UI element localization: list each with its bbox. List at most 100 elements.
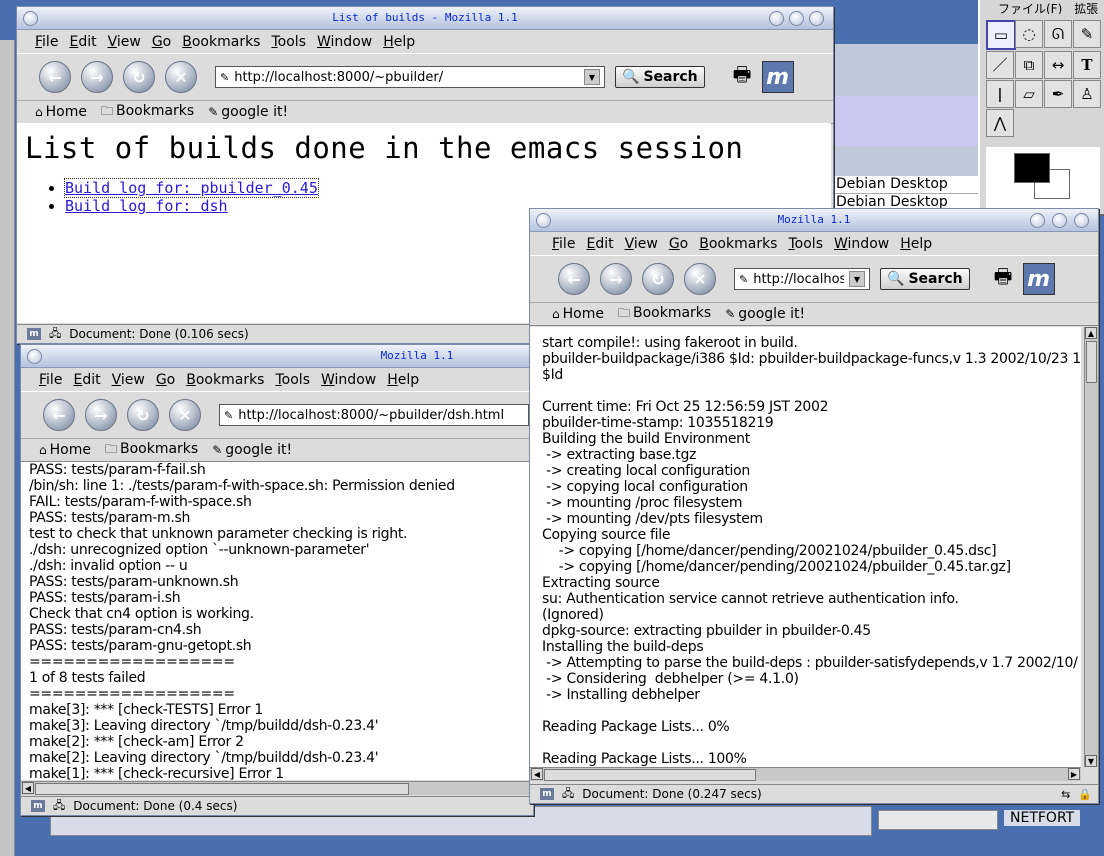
menu-window[interactable]: Window: [321, 372, 376, 388]
horizontal-scrollbar[interactable]: ◀: [21, 781, 531, 795]
menu-bookmarks[interactable]: Bookmarks: [186, 372, 264, 388]
menu-file[interactable]: File: [35, 34, 58, 50]
menu-window[interactable]: Window: [317, 34, 372, 50]
color-selector[interactable]: [986, 147, 1100, 213]
bookmarks-button[interactable]: 🗀 Bookmarks: [105, 440, 198, 461]
close-icon[interactable]: [1074, 213, 1089, 228]
minimize-icon[interactable]: [1030, 213, 1045, 228]
url-dropdown-icon[interactable]: ▼: [849, 271, 865, 287]
url-bar[interactable]: ✎ http://localhost:8000/~pbuilder/ ▼: [215, 66, 605, 88]
menu-tools[interactable]: Tools: [275, 372, 310, 388]
maximize-icon[interactable]: [1052, 213, 1067, 228]
airbrush-icon[interactable]: ✒: [1044, 80, 1072, 108]
url-text[interactable]: http://localhost:8000/~pbuilder/dsh.html: [238, 408, 524, 423]
measure-icon[interactable]: ⋀: [986, 109, 1014, 137]
magic-wand-icon[interactable]: ✎: [1073, 20, 1101, 48]
reload-icon[interactable]: ↻: [123, 61, 155, 93]
page-proxy-icon[interactable]: ✎: [739, 273, 748, 286]
url-dropdown-icon[interactable]: ▼: [584, 69, 600, 85]
foreground-color-swatch[interactable]: [1014, 153, 1050, 183]
reload-icon[interactable]: ↻: [127, 399, 159, 431]
menu-edit[interactable]: Edit: [586, 236, 613, 252]
forward-arrow-icon[interactable]: →: [600, 263, 632, 295]
menu-file[interactable]: File: [39, 372, 62, 388]
bookmarks-button[interactable]: 🗀 Bookmarks: [101, 102, 194, 123]
title-bar[interactable]: Mozilla 1.1: [530, 209, 1098, 232]
menu-edit[interactable]: Edit: [73, 372, 100, 388]
horizontal-scrollbar[interactable]: ◀ ▶: [530, 767, 1081, 781]
menu-window[interactable]: Window: [834, 236, 889, 252]
menu-go[interactable]: Go: [669, 236, 688, 252]
horizontal-scroll-thumb[interactable]: [35, 783, 409, 795]
menu-bookmarks[interactable]: Bookmarks: [699, 236, 777, 252]
mozilla-status-icon[interactable]: m: [27, 328, 41, 340]
maximize-icon[interactable]: [789, 11, 804, 26]
menu-go[interactable]: Go: [156, 372, 175, 388]
scroll-down-icon[interactable]: ▼: [1085, 755, 1097, 767]
crop-icon[interactable]: ⧉: [1015, 51, 1043, 79]
reload-icon[interactable]: ↻: [642, 263, 674, 295]
scroll-left-icon[interactable]: ◀: [22, 782, 34, 794]
back-arrow-icon[interactable]: ←: [39, 61, 71, 93]
scroll-right-icon[interactable]: ▶: [1068, 768, 1080, 780]
rect-select-icon[interactable]: ▭: [986, 20, 1016, 50]
build-link-dsh[interactable]: Build log for: dsh: [65, 197, 228, 215]
menu-tools[interactable]: Tools: [788, 236, 823, 252]
menu-file[interactable]: File: [552, 236, 575, 252]
build-link-pbuilder[interactable]: Build log for: pbuilder_0.45: [64, 178, 319, 198]
print-icon[interactable]: 🖶: [994, 262, 1013, 296]
lasso-icon[interactable]: ᘏ: [1044, 20, 1072, 48]
scroll-left-icon[interactable]: ◀: [531, 768, 543, 780]
flip-icon[interactable]: ↔: [1044, 51, 1072, 79]
url-bar[interactable]: ✎ http://localhost: ▼: [734, 268, 870, 290]
ellipse-select-icon[interactable]: ◌: [1015, 20, 1043, 48]
scroll-up-icon[interactable]: ▲: [1085, 327, 1097, 339]
google-bookmark[interactable]: ✎ google it!: [725, 306, 805, 322]
print-icon[interactable]: 🖶: [733, 60, 752, 94]
menu-view[interactable]: View: [625, 236, 658, 252]
forward-arrow-icon[interactable]: →: [81, 61, 113, 93]
menu-help[interactable]: Help: [387, 372, 419, 388]
close-icon[interactable]: [809, 11, 824, 26]
menu-bookmarks[interactable]: Bookmarks: [182, 34, 260, 50]
menu-go[interactable]: Go: [152, 34, 171, 50]
menu-view[interactable]: View: [112, 372, 145, 388]
vertical-scroll-thumb[interactable]: [1086, 341, 1097, 383]
menu-tools[interactable]: Tools: [271, 34, 306, 50]
title-bar[interactable]: Mozilla 1.1: [21, 345, 533, 368]
brush-icon[interactable]: ǀ: [986, 80, 1014, 108]
taskbar-field[interactable]: [878, 810, 998, 830]
url-text[interactable]: http://localhost:: [753, 272, 844, 287]
back-arrow-icon[interactable]: ←: [43, 399, 75, 431]
vertical-scrollbar[interactable]: ▲ ▼: [1084, 327, 1098, 767]
minimize-icon[interactable]: [769, 11, 784, 26]
page-proxy-icon[interactable]: ✎: [220, 71, 229, 84]
menu-help[interactable]: Help: [383, 34, 415, 50]
google-bookmark[interactable]: ✎ google it!: [212, 442, 292, 458]
mozilla-status-icon[interactable]: m: [540, 788, 554, 800]
home-button[interactable]: ⌂ Home: [39, 442, 91, 458]
home-button[interactable]: ⌂ Home: [35, 104, 87, 120]
clone-icon[interactable]: ♙: [1073, 80, 1101, 108]
menu-help[interactable]: Help: [900, 236, 932, 252]
title-bar[interactable]: List of builds - Mozilla 1.1: [17, 7, 833, 30]
stop-icon[interactable]: ✕: [165, 61, 197, 93]
horizontal-scroll-thumb[interactable]: [544, 769, 756, 781]
bookmarks-button[interactable]: 🗀 Bookmarks: [618, 304, 711, 325]
menu-edit[interactable]: Edit: [69, 34, 96, 50]
menu-view[interactable]: View: [108, 34, 141, 50]
pencil-icon[interactable]: ／: [986, 51, 1014, 79]
url-text[interactable]: http://localhost:8000/~pbuilder/: [234, 70, 579, 85]
page-proxy-icon[interactable]: ✎: [224, 409, 233, 422]
gimp-menu[interactable]: ファイル(F) 拡張: [980, 0, 1104, 14]
eraser-icon[interactable]: ▱: [1015, 80, 1043, 108]
search-button[interactable]: 🔍 Search: [615, 66, 705, 88]
home-button[interactable]: ⌂ Home: [552, 306, 604, 322]
back-arrow-icon[interactable]: ←: [558, 263, 590, 295]
stop-icon[interactable]: ✕: [684, 263, 716, 295]
mozilla-status-icon[interactable]: m: [31, 800, 45, 812]
text-icon[interactable]: T: [1073, 51, 1101, 79]
google-bookmark[interactable]: ✎ google it!: [208, 104, 288, 120]
desktop-list-item[interactable]: Debian Desktop: [834, 176, 978, 194]
forward-arrow-icon[interactable]: →: [85, 399, 117, 431]
